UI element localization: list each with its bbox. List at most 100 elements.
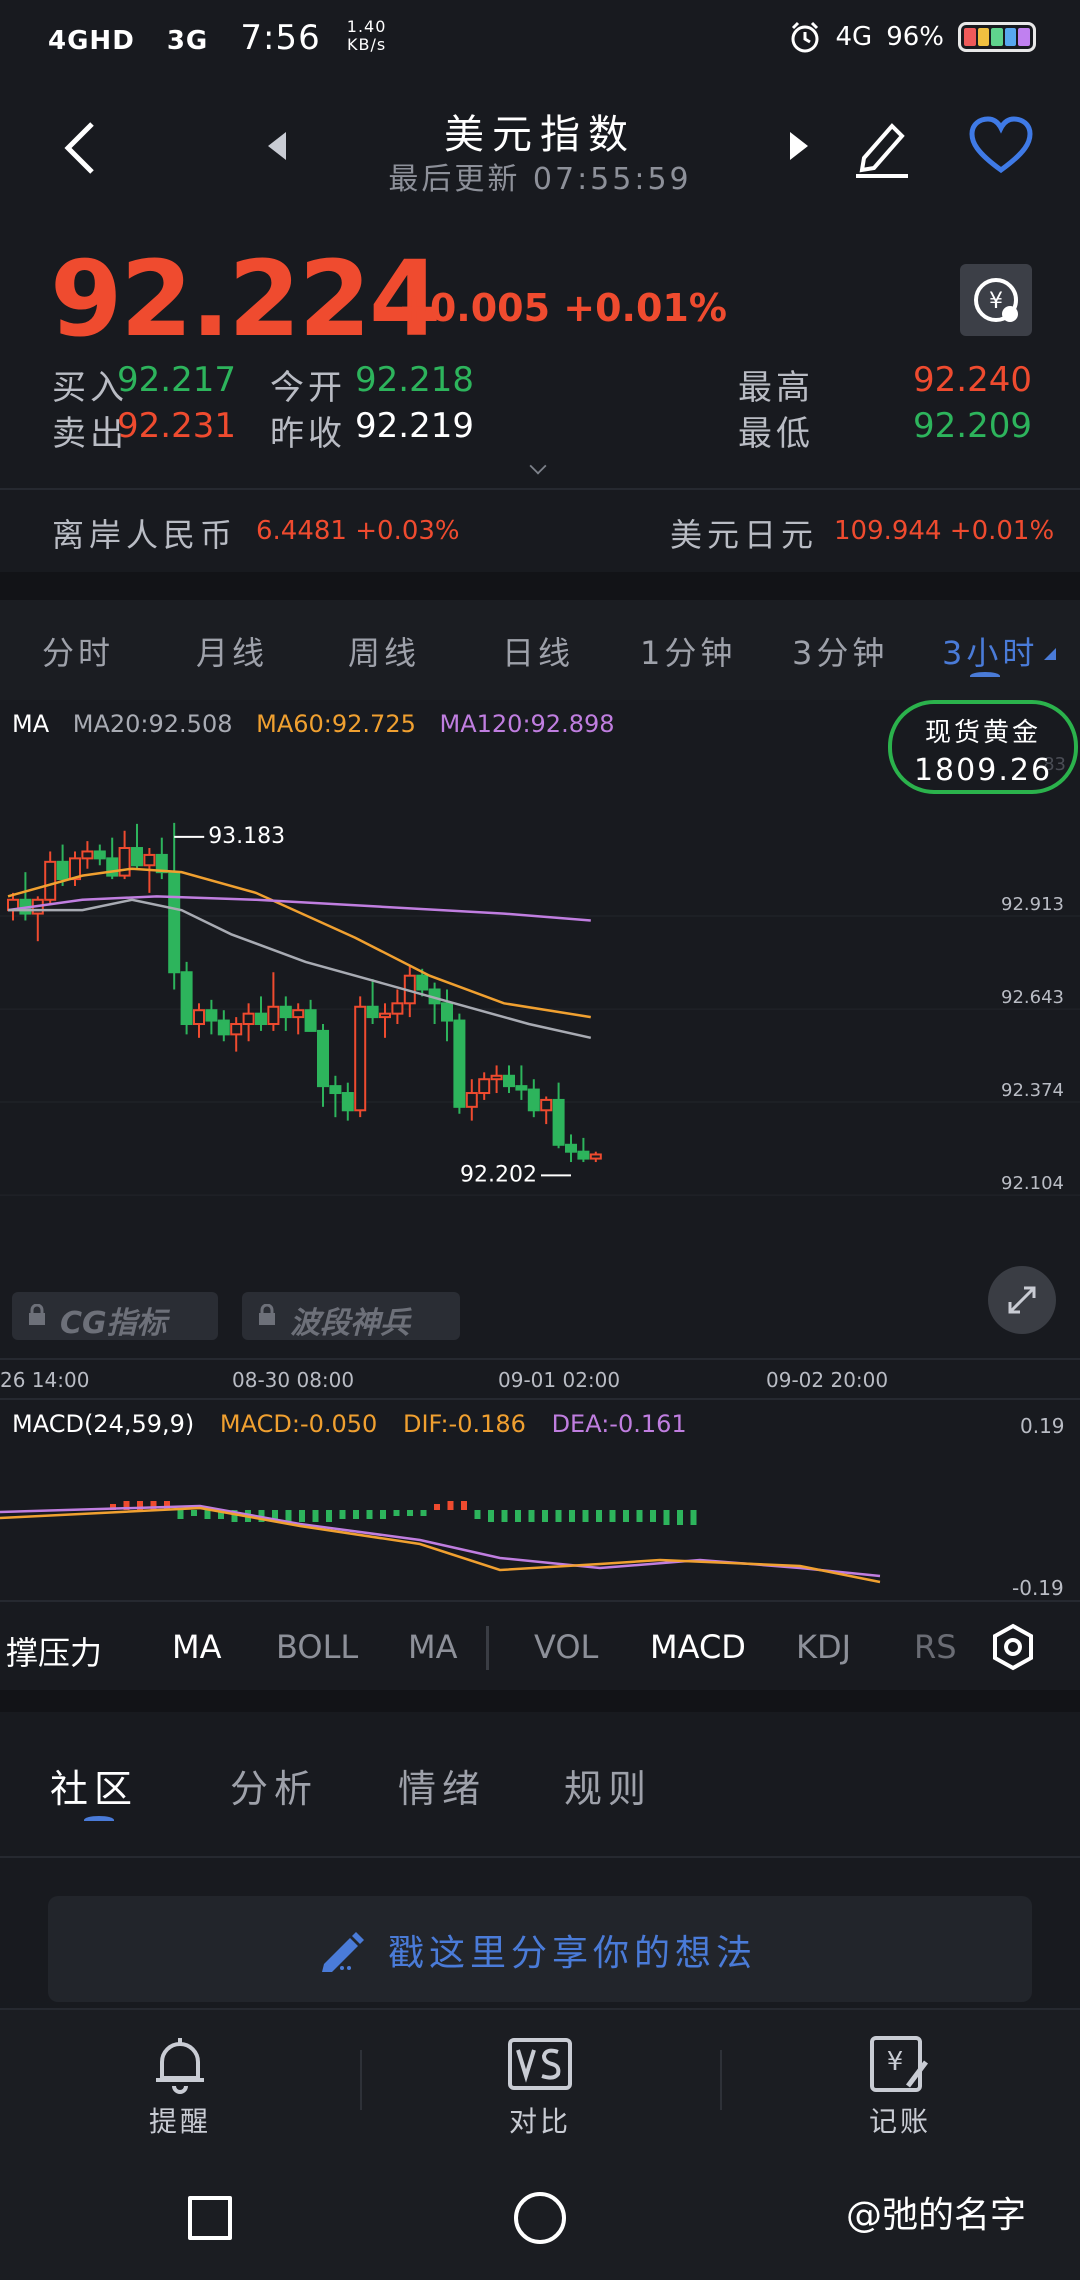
candle-body (478, 1078, 491, 1095)
battery-percent: 96% (886, 22, 944, 52)
back-button[interactable] (56, 118, 106, 178)
bell-icon (156, 2038, 204, 2094)
tab-sentiment[interactable]: 情绪 (398, 1758, 486, 1813)
status-left: 4GHD 3G 7:56 1.40 KB/s (48, 17, 387, 59)
favorite-button[interactable] (968, 116, 1034, 176)
heart-icon (969, 116, 1033, 174)
macd-histogram-bar (204, 1510, 211, 1519)
bookkeeping-button[interactable]: ¥ 记账 (820, 2034, 980, 2140)
candle-body (465, 1092, 478, 1108)
macd-histogram-bar (312, 1510, 319, 1522)
last-price: 92.224 (50, 238, 441, 360)
macd-histogram-bar (650, 1510, 656, 1522)
macd-histogram-bar (609, 1510, 616, 1522)
related-value-1: 6.4481 +0.03% (256, 516, 460, 546)
candle-body (56, 860, 69, 881)
indicator-rsi[interactable]: RS (914, 1628, 957, 1666)
quote-row: 卖出 92.231 昨收 92.219 最低 92.209 (52, 406, 1032, 454)
ask-value: 92.231 (117, 406, 236, 446)
related-label-2[interactable]: 美元日元 (670, 510, 818, 556)
indicator-vol[interactable]: VOL (534, 1628, 598, 1666)
macd-panel[interactable]: MACD(24,59,9) MACD:-0.050 DIF:-0.186 DEA… (0, 1400, 1080, 1600)
candle-body (131, 847, 143, 867)
indicator-ma-2[interactable]: MA (408, 1628, 458, 1666)
recents-button[interactable] (188, 2196, 232, 2240)
indicator-ma[interactable]: MA (172, 1628, 222, 1666)
alert-button[interactable]: 提醒 (100, 2034, 260, 2140)
expand-icon (1008, 1286, 1036, 1314)
previous-instrument-button[interactable] (268, 132, 286, 160)
compare-button[interactable]: 对比 (460, 2034, 620, 2140)
x-tick: 26 14:00 (0, 1368, 90, 1392)
tab-monthly[interactable]: 月线 (196, 628, 268, 674)
x-tick: 08-30 08:00 (232, 1368, 355, 1392)
currency-convert-button[interactable]: ¥ (960, 264, 1032, 336)
lock-icon (259, 1304, 275, 1325)
section-gap (0, 1690, 1080, 1712)
tab-daily[interactable]: 日线 (502, 628, 574, 674)
edit-button[interactable] (852, 110, 912, 180)
tab-analysis[interactable]: 分析 (230, 1758, 318, 1813)
community-tabs: 社区 分析 情绪 规则 (0, 1712, 1080, 1858)
share-thought-input[interactable]: 戳这里分享你的想法 (48, 1896, 1032, 2002)
macd-histogram-bar (420, 1510, 427, 1516)
candle-body (255, 1012, 267, 1026)
macd-histogram-bar (353, 1510, 359, 1519)
gold-price-overlay[interactable]: 现货黄金 1809.26 (888, 700, 1078, 794)
tab-3hour[interactable]: 3小时 (942, 628, 1038, 674)
ma60-value: MA60:92.725 (256, 710, 416, 738)
low-label: 最低 (738, 414, 814, 454)
tab-intraday[interactable]: 分时 (42, 628, 114, 674)
candle-body (490, 1074, 503, 1081)
open-value: 92.218 (355, 360, 474, 400)
network-signal-1: 4GHD (48, 26, 135, 56)
candle-body (81, 850, 94, 860)
macd-histogram-bar (299, 1510, 305, 1522)
y-tick-label: 92.374 (1001, 1080, 1064, 1101)
header: 美元指数 最后更新 07:55:59 (0, 80, 1080, 220)
indicator-settings-button[interactable] (988, 1622, 1038, 1672)
network-speed: 1.40 KB/s (346, 17, 387, 54)
indicator-support-resistance[interactable]: 撑压力 (6, 1628, 102, 1674)
tab-1min[interactable]: 1分钟 (640, 628, 736, 674)
kline-svg: 92.91392.64392.37492.1048393.18392.202 (0, 754, 1080, 1196)
indicator-bar: 撑压力 MA BOLL MA VOL MACD KDJ RS (0, 1600, 1080, 1690)
candle-body (279, 1005, 292, 1019)
indicator-boll[interactable]: BOLL (276, 1628, 358, 1666)
time-axis: 26 14:00 08-30 08:00 09-01 02:00 09-02 2… (0, 1360, 1080, 1400)
macd-value: MACD:-0.050 (219, 1410, 378, 1438)
vs-compare-icon (508, 2038, 572, 2090)
candle-body (217, 1019, 230, 1036)
pencil-icon (322, 1932, 364, 1972)
related-instruments: 离岸人民币 6.4481 +0.03% 美元日元 109.944 +0.01% (0, 490, 1080, 570)
macd-params: MACD(24,59,9) (12, 1410, 195, 1438)
candle-body (180, 971, 193, 1026)
indicator-kdj[interactable]: KDJ (796, 1628, 851, 1666)
related-label-1[interactable]: 离岸人民币 (52, 510, 237, 556)
tab-weekly[interactable]: 周线 (348, 628, 420, 674)
ma-label: MA (12, 710, 50, 738)
band-indicator-badge[interactable]: 波段神兵 (242, 1292, 460, 1341)
high-label: 最高 (738, 368, 814, 408)
tab-rules[interactable]: 规则 (564, 1758, 652, 1813)
home-button[interactable] (514, 2192, 566, 2244)
gold-label: 现货黄金 (924, 718, 1041, 748)
macd-histogram-bar (488, 1510, 494, 1522)
active-tab-indicator (970, 672, 1000, 680)
tab-3min[interactable]: 3分钟 (792, 628, 888, 674)
fullscreen-button[interactable] (988, 1266, 1056, 1334)
related-value-2: 109.944 +0.01% (834, 516, 1055, 546)
ledger-icon: ¥ (870, 2036, 928, 2092)
svg-text:¥: ¥ (887, 2047, 904, 2077)
status-right: 4G 96% (788, 20, 1036, 54)
candle-body (242, 1012, 255, 1026)
candlestick-chart[interactable]: 92.913 92.643 92.374 92.104 83 93.183 92.202 M… (0, 700, 1080, 1360)
macd-y-bottom: -0.19 (1012, 1576, 1064, 1600)
macd-histogram-bar (461, 1501, 467, 1510)
candle-body (441, 1002, 453, 1022)
next-instrument-button[interactable] (790, 132, 808, 160)
cg-indicator-badge[interactable]: CG指标 (12, 1292, 218, 1341)
indicator-macd[interactable]: MACD (650, 1628, 746, 1666)
tab-community[interactable]: 社区 (50, 1758, 138, 1813)
chevron-down-icon[interactable] (529, 457, 547, 475)
